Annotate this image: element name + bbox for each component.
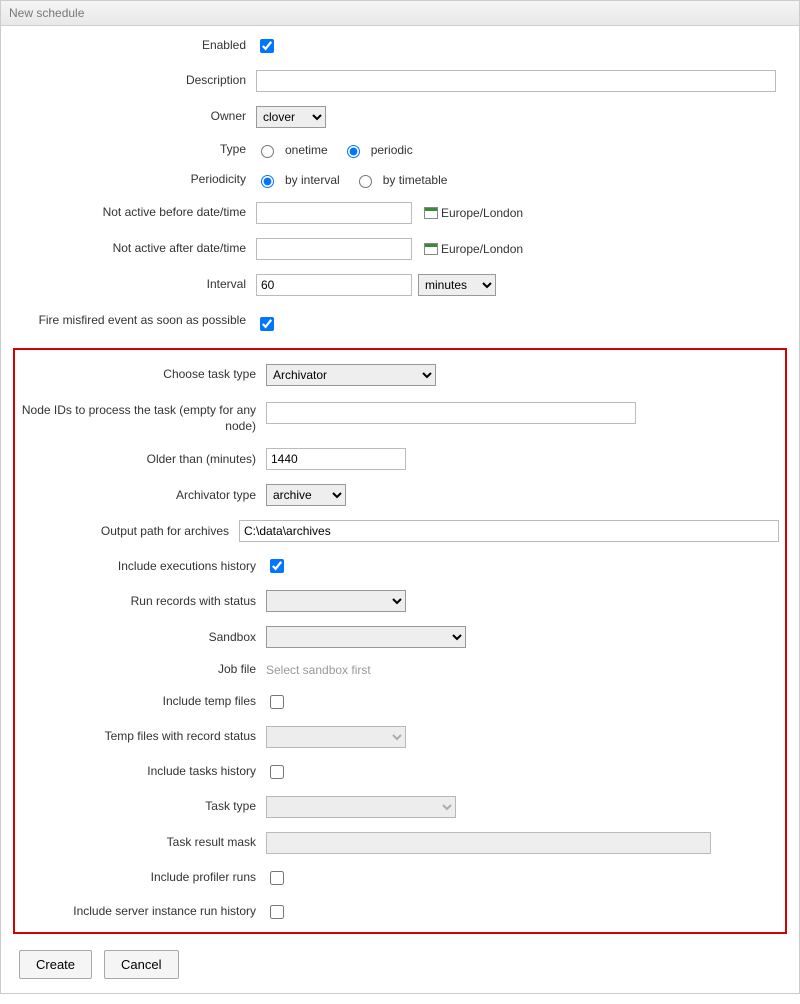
label-not-after: Not active after date/time [11, 241, 256, 257]
include-temp-checkbox[interactable] [270, 695, 284, 709]
not-after-input[interactable] [256, 238, 412, 260]
label-include-server-history: Include server instance run history [21, 904, 266, 920]
timezone-not-after: Europe/London [441, 242, 523, 256]
label-include-profiler: Include profiler runs [21, 870, 266, 886]
page-title: New schedule [1, 1, 799, 26]
radio-by-timetable-label: by timetable [383, 173, 448, 187]
radio-periodic-label: periodic [371, 143, 413, 157]
label-periodicity: Periodicity [11, 172, 256, 188]
label-output-path: Output path for archives [21, 524, 239, 540]
task-result-mask-input [266, 832, 711, 854]
archivator-type-select[interactable]: archive [266, 484, 346, 506]
radio-onetime[interactable] [261, 145, 274, 158]
create-button[interactable]: Create [19, 950, 92, 979]
label-include-tasks-history: Include tasks history [21, 764, 266, 780]
task-type-select[interactable]: Archivator [266, 364, 436, 386]
label-task-result-mask: Task result mask [21, 835, 266, 851]
label-description: Description [11, 73, 256, 89]
label-type: Type [11, 142, 256, 158]
interval-input[interactable] [256, 274, 412, 296]
interval-unit-select[interactable]: minutes [418, 274, 496, 296]
label-include-temp: Include temp files [21, 694, 266, 710]
calendar-icon[interactable] [424, 243, 438, 255]
run-records-status-select[interactable] [266, 590, 406, 612]
label-fire-misfired: Fire misfired event as soon as possible [11, 310, 256, 328]
include-exec-history-checkbox[interactable] [270, 559, 284, 573]
include-server-history-checkbox[interactable] [270, 905, 284, 919]
schedule-form: New schedule Enabled Description Owner c… [0, 0, 800, 994]
sandbox-select[interactable] [266, 626, 466, 648]
radio-by-timetable[interactable] [359, 175, 372, 188]
label-node-ids: Node IDs to process the task (empty for … [21, 400, 266, 434]
owner-select[interactable]: clover [256, 106, 326, 128]
label-interval: Interval [11, 277, 256, 293]
older-than-input[interactable] [266, 448, 406, 470]
output-path-input[interactable] [239, 520, 779, 542]
radio-onetime-label: onetime [285, 143, 328, 157]
label-task-type: Task type [21, 799, 266, 815]
label-run-records-status: Run records with status [21, 594, 266, 610]
label-archivator-type: Archivator type [21, 488, 266, 504]
description-input[interactable] [256, 70, 776, 92]
enabled-checkbox[interactable] [260, 39, 274, 53]
radio-periodic[interactable] [347, 145, 360, 158]
task-config-section: Choose task type Archivator Node IDs to … [13, 348, 787, 934]
label-owner: Owner [11, 109, 256, 125]
radio-by-interval-label: by interval [285, 173, 340, 187]
label-include-exec-history: Include executions history [21, 559, 266, 575]
fire-misfired-checkbox[interactable] [260, 317, 274, 331]
inner-task-type-select [266, 796, 456, 818]
label-job-file: Job file [21, 662, 266, 678]
label-choose-task-type: Choose task type [21, 367, 266, 383]
label-sandbox: Sandbox [21, 630, 266, 646]
label-not-before: Not active before date/time [11, 205, 256, 221]
not-before-input[interactable] [256, 202, 412, 224]
timezone-not-before: Europe/London [441, 206, 523, 220]
job-file-hint: Select sandbox first [266, 663, 371, 677]
cancel-button[interactable]: Cancel [104, 950, 178, 979]
include-profiler-checkbox[interactable] [270, 871, 284, 885]
label-enabled: Enabled [11, 38, 256, 54]
label-older-than: Older than (minutes) [21, 452, 266, 468]
label-temp-files-status: Temp files with record status [21, 729, 266, 745]
include-tasks-history-checkbox[interactable] [270, 765, 284, 779]
calendar-icon[interactable] [424, 207, 438, 219]
radio-by-interval[interactable] [261, 175, 274, 188]
node-ids-input[interactable] [266, 402, 636, 424]
temp-files-status-select [266, 726, 406, 748]
